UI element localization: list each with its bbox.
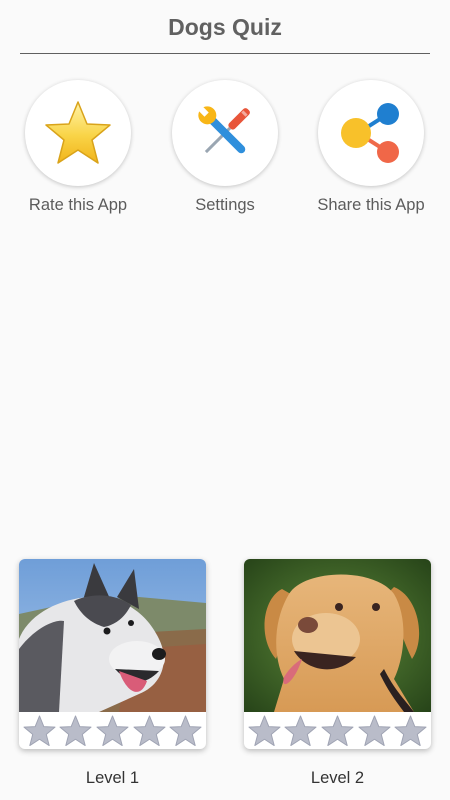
rating-star-icon xyxy=(169,714,202,746)
app-title: Dogs Quiz xyxy=(168,14,282,40)
labrador-photo xyxy=(244,559,431,712)
settings-button[interactable]: Settings xyxy=(150,80,300,215)
rate-app-label: Rate this App xyxy=(28,196,128,214)
rating-star-icon xyxy=(133,714,166,746)
rating-star-icon xyxy=(394,714,427,746)
level-2-item[interactable]: Level 2 xyxy=(244,559,431,788)
level-1-label: Level 1 xyxy=(85,769,140,787)
husky-photo xyxy=(19,559,206,712)
rate-app-circle[interactable] xyxy=(25,80,131,186)
share-app-button[interactable]: Share this App xyxy=(296,80,446,215)
rating-star-icon xyxy=(248,714,281,746)
share-app-label: Share this App xyxy=(317,196,425,214)
share-app-circle[interactable] xyxy=(318,80,424,186)
level-2-stars xyxy=(244,712,431,749)
rating-star-icon xyxy=(59,714,92,746)
rating-star-icon xyxy=(23,714,56,746)
star-icon xyxy=(45,101,111,164)
level-1-card[interactable] xyxy=(19,559,206,749)
rate-app-button[interactable]: Rate this App xyxy=(3,80,153,215)
rating-star-icon xyxy=(96,714,129,746)
level-1-stars xyxy=(19,712,206,749)
rating-star-icon xyxy=(358,714,391,746)
share-icon xyxy=(341,103,399,163)
level-1-item[interactable]: Level 1 xyxy=(19,559,206,788)
level-2-card[interactable] xyxy=(244,559,431,749)
settings-label: Settings xyxy=(195,196,255,214)
settings-circle[interactable] xyxy=(172,80,278,186)
title-divider xyxy=(20,53,430,54)
level-2-label: Level 2 xyxy=(310,769,365,787)
rating-star-icon xyxy=(321,714,354,746)
tools-icon xyxy=(198,106,250,154)
rating-star-icon xyxy=(284,714,317,746)
